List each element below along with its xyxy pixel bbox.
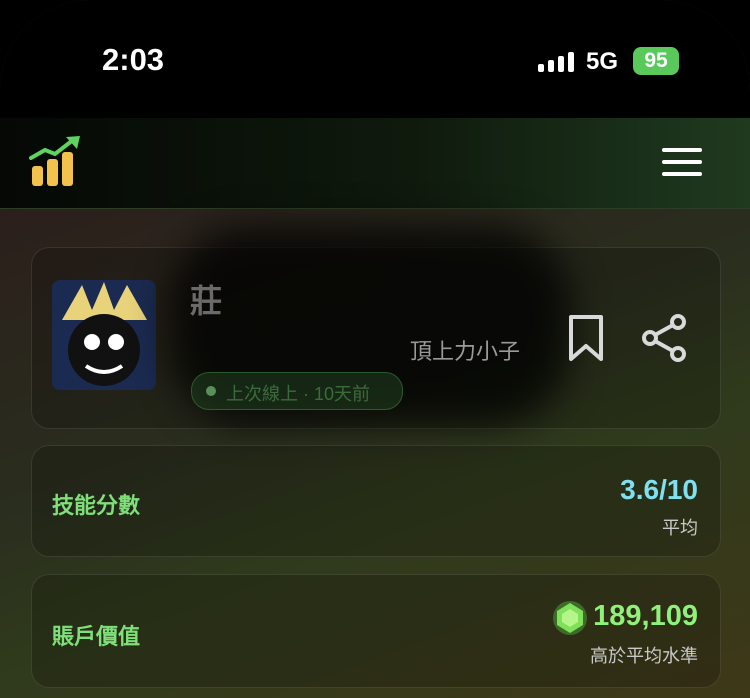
skill-score-note: 平均: [662, 518, 698, 538]
signal-icon: [538, 52, 574, 72]
hamburger-menu-icon[interactable]: [662, 148, 702, 176]
avatar: [52, 280, 156, 390]
last-online-pill: 上次線上 · 10天前: [191, 372, 403, 410]
account-value-label: 賬戶價值: [52, 624, 141, 649]
bookmark-icon[interactable]: [568, 314, 604, 367]
network-label: 5G: [586, 48, 619, 75]
account-value-note: 高於平均水準: [590, 646, 698, 666]
battery-icon: 95: [633, 47, 679, 75]
account-value-amount: 189,109: [593, 600, 698, 632]
last-online-text: 上次線上 · 10天前: [226, 384, 371, 404]
online-status-dot: [206, 386, 216, 396]
skill-score-value: 3.6/10: [620, 474, 698, 505]
share-icon[interactable]: [641, 314, 687, 367]
status-time: 2:03: [102, 42, 165, 77]
bar-chart-growth-icon[interactable]: [28, 134, 86, 195]
battery-level: 95: [644, 49, 668, 72]
skill-score-label: 技能分數: [52, 493, 141, 518]
profile-tag: 頂上力小子: [410, 339, 521, 364]
app-header: [0, 118, 750, 209]
app-screen: 2:03 5G 95 莊 頂上力小子 上次線上 · 10天前 技能分數 3.6/…: [0, 0, 750, 698]
status-bar: 2:03 5G 95: [0, 0, 750, 118]
green-gem-icon: [551, 599, 589, 642]
profile-name: 莊: [190, 283, 223, 319]
